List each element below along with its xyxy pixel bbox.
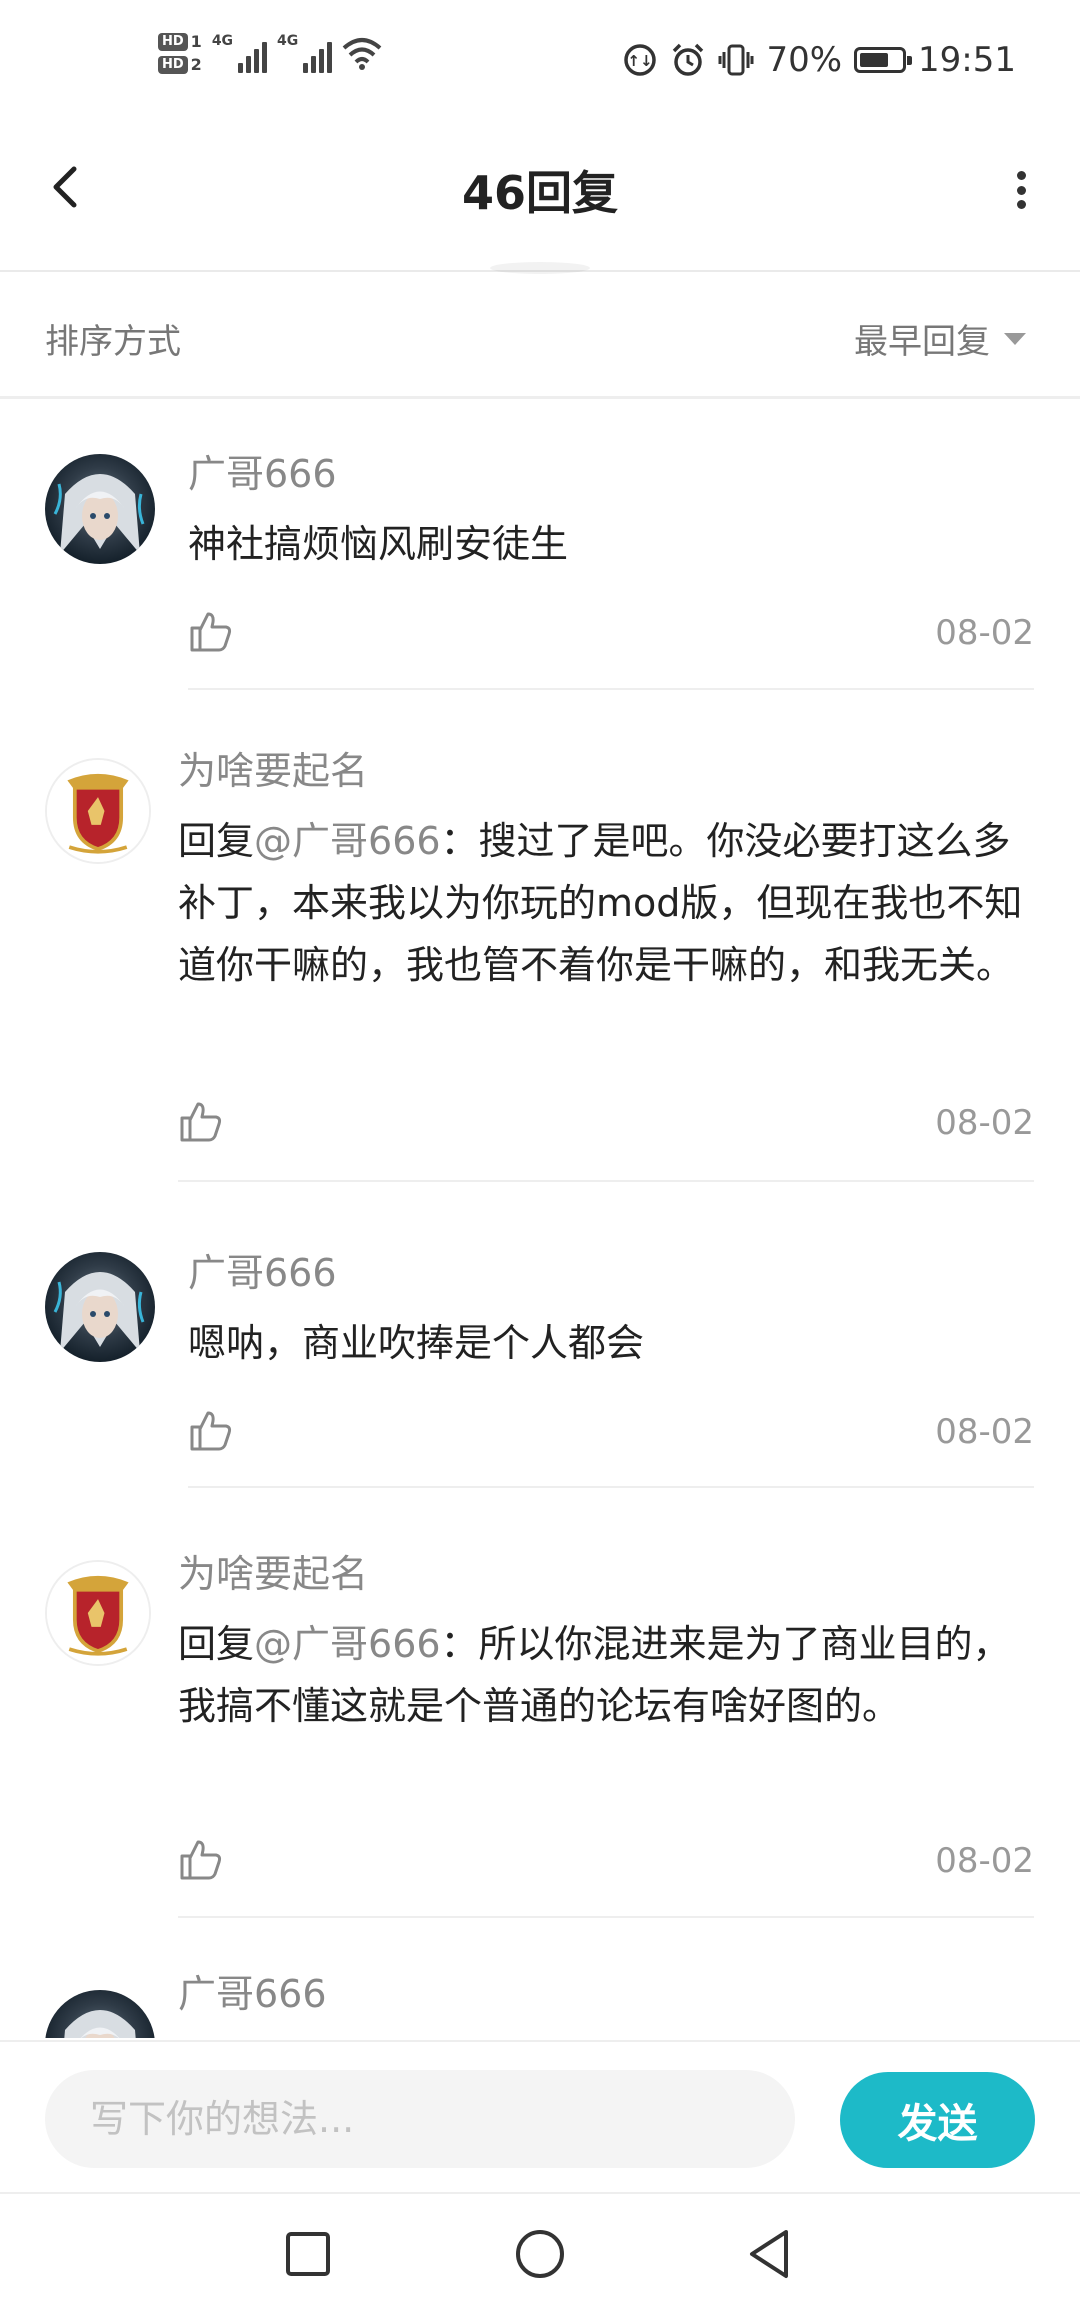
mention-link[interactable]: @广哥666 [254,1622,441,1666]
divider [178,1916,1034,1918]
hd-badge: HD [158,32,188,51]
comment-date: 08-02 [935,613,1034,653]
send-button[interactable]: 发送 [840,2072,1035,2168]
comment-author[interactable]: 广哥666 [178,1963,327,2018]
hd-badge: HD [158,55,188,74]
battery-percent: 70% [766,40,843,80]
comment-author[interactable]: 广哥666 [188,1242,337,1297]
signal-group: HD 1 HD 2 4G 4G [158,32,382,74]
vibrate-icon [718,44,754,76]
comment-author[interactable]: 为啥要起名 [178,1543,368,1598]
comment-text: 回复@广哥666：搜过了是吧。你没必要打这么多补丁，本来我以为你玩的mod版，但… [178,810,1028,996]
avatar[interactable] [45,454,155,564]
clock: 19:51 [918,40,1016,80]
network-label: 4G [277,33,299,49]
svg-text:↑↓: ↑↓ [628,52,653,70]
reply-prefix: 回复 [178,819,255,863]
signal-icon-2: 4G [277,33,333,73]
data-saver-icon: ↑↓ [624,44,657,76]
home-icon[interactable] [510,2224,570,2284]
sort-selected-value: 最早回复 [854,322,990,362]
recent-apps-icon[interactable] [278,2224,338,2284]
thumbs-up-icon[interactable] [176,1836,224,1884]
divider [188,1486,1034,1488]
page-title: 46回复 [461,166,618,220]
comment-author[interactable]: 广哥666 [188,443,337,498]
thumbs-up-icon[interactable] [176,1098,224,1146]
sim1-number: 1 [190,32,202,51]
wifi-icon [342,38,382,70]
comment-body: 嗯呐，商业吹捧是个人都会 [188,1321,645,1365]
sort-bar: 排序方式 最早回复 [0,272,1080,399]
comment-text: 嗯呐，商业吹捧是个人都会 [188,1312,1018,1374]
comment-list: 广哥666 神社搞烦恼风刷安徒生 08-02 为啥要起名 回复@广哥666：搜过… [0,398,1080,2038]
reply-prefix: 回复 [178,1622,255,1666]
sim-indicators: HD 1 HD 2 [158,32,202,74]
comment-date: 08-02 [935,1412,1034,1452]
back-triangle-icon[interactable] [740,2224,800,2284]
avatar[interactable] [45,1252,155,1362]
comment-date: 08-02 [935,1103,1034,1143]
caret-down-icon [1004,332,1026,345]
sim2-number: 2 [190,55,202,74]
divider [188,688,1034,690]
avatar[interactable] [45,1990,155,2038]
comment-author[interactable]: 为啥要起名 [178,740,368,795]
sort-dropdown[interactable]: 最早回复 [854,314,1026,363]
alarm-icon [673,43,704,76]
mention-link[interactable]: @广哥666 [254,819,441,863]
status-bar: HD 1 HD 2 4G 4G ↑↓ 70% 19:51 [0,0,1080,125]
network-label: 4G [211,33,234,49]
signal-icon-1: 4G [211,33,268,73]
comment-input[interactable] [45,2070,795,2168]
divider [178,1180,1034,1182]
comment-input-bar: 发送 [0,2040,1080,2194]
comment-date: 08-02 [935,1841,1034,1881]
battery-icon [854,47,913,73]
avatar[interactable] [45,758,151,864]
comment-text: 回复@广哥666：所以你混进来是为了商业目的，我搞不懂这就是个普通的论坛有啥好图… [178,1613,1028,1737]
sim2-indicator: HD 2 [158,55,202,74]
thumbs-up-icon[interactable] [186,608,234,656]
more-options-icon[interactable] [1006,165,1036,215]
system-nav-bar [0,2192,1080,2312]
status-right: ↑↓ 70% 19:51 [622,40,1016,80]
comment-body: 神社搞烦恼风刷安徒生 [188,522,569,566]
comment-text: 神社搞烦恼风刷安徒生 [188,513,1018,575]
thumbs-up-icon[interactable] [186,1407,234,1455]
sort-label: 排序方式 [45,322,181,362]
top-app-bar: 46回复 [0,125,1080,272]
sim1-indicator: HD 1 [158,32,202,51]
avatar[interactable] [45,1560,151,1666]
